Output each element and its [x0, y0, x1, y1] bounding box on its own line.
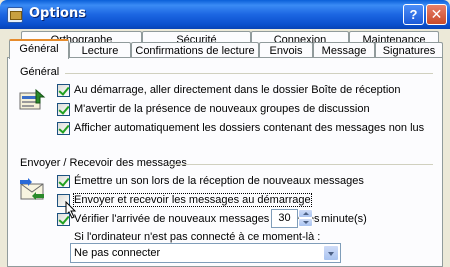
title-bar[interactable]: Options ? ✕ — [0, 0, 450, 29]
option-play-sound-label[interactable]: Émettre un son lors de la réception de n… — [74, 175, 364, 187]
options-dialog: Options ? ✕ Orthographe Sécurité Connexi… — [0, 0, 450, 267]
interval-unit-label: minute(s) — [321, 213, 367, 225]
offline-behavior-select[interactable]: Ne pas connecter — [70, 243, 341, 263]
check-interval-stepper[interactable] — [298, 209, 313, 228]
close-button[interactable]: ✕ — [426, 4, 447, 25]
checkbox-show-unread-folders[interactable] — [57, 122, 70, 135]
mailbox-options-icon — [19, 88, 46, 110]
chevron-down-icon[interactable] — [323, 245, 339, 261]
spin-up-arrow-icon[interactable] — [298, 209, 313, 218]
window-title: Options — [29, 6, 86, 21]
option-new-newsgroups-label[interactable]: M'avertir de la présence de nouveaux gro… — [74, 103, 370, 115]
help-button[interactable]: ? — [403, 4, 424, 25]
send-receive-section-heading: Envoyer / Recevoir des messages — [20, 157, 187, 169]
option-send-receive-at-startup-label[interactable]: Envoyer et recevoir les messages au déma… — [73, 193, 312, 207]
offline-behavior-value: Ne pas connecter — [74, 247, 161, 259]
offline-behavior-label: Si l'ordinateur n'est pas connecté à ce … — [74, 231, 321, 243]
checkbox-play-sound[interactable] — [57, 175, 70, 188]
checkbox-go-to-inbox[interactable] — [57, 84, 70, 97]
spin-down-arrow-icon[interactable] — [298, 218, 313, 227]
send-receive-icon — [20, 178, 44, 200]
option-show-unread-folders-label[interactable]: Afficher automatiquement les dossiers co… — [74, 122, 424, 134]
checkbox-new-newsgroups[interactable] — [57, 103, 70, 116]
tab-general[interactable]: Général — [9, 39, 69, 59]
checkbox-check-new-messages[interactable] — [57, 213, 70, 226]
outlook-options-icon — [7, 7, 23, 23]
section-divider — [65, 73, 433, 74]
option-go-to-inbox-label[interactable]: Au démarrage, aller directement dans le … — [74, 84, 401, 96]
section-divider — [168, 164, 433, 165]
general-tab-panel: Général Au démarrage, aller directement … — [7, 57, 443, 267]
general-section-heading: Général — [20, 66, 60, 78]
check-interval-input[interactable]: 30 — [271, 209, 298, 228]
